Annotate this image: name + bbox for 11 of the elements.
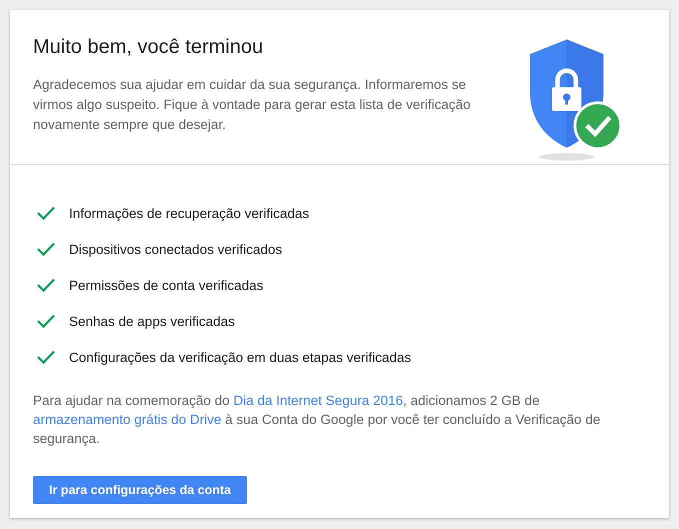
checklist-label: Senhas de apps verificadas: [69, 314, 235, 328]
checklist-label: Informações de recuperação verificadas: [69, 206, 310, 220]
checklist-label: Permissões de conta verificadas: [69, 278, 264, 292]
checklist-label: Configurações da verificação em duas etapas verificadas: [69, 350, 412, 364]
storage-note: Para ajudar na comemoração do Dia da Internet Segura 2016, adicionamos 2 GB de armazenamento grátis do Drive à sua Conta do Google por você ter concluído a Verificação de segurança.: [33, 392, 602, 448]
description: Agradecemos sua ajudar em cuidar da sua segurança. Informaremos se virmos algo suspeito. Fique à vontade para gerar esta lista de verificação novamente sempre que desejar.: [33, 76, 472, 134]
link[interactable]: Dia da Internet Segura 2016: [233, 393, 403, 408]
card-title: Muito bem, você terminou: [33, 36, 264, 59]
link[interactable]: armazenamento grátis do Drive: [33, 412, 222, 427]
checklist-label: Dispositivos conectados verificados: [69, 242, 282, 256]
account-settings-button[interactable]: Ir para configurações da conta: [33, 476, 247, 504]
